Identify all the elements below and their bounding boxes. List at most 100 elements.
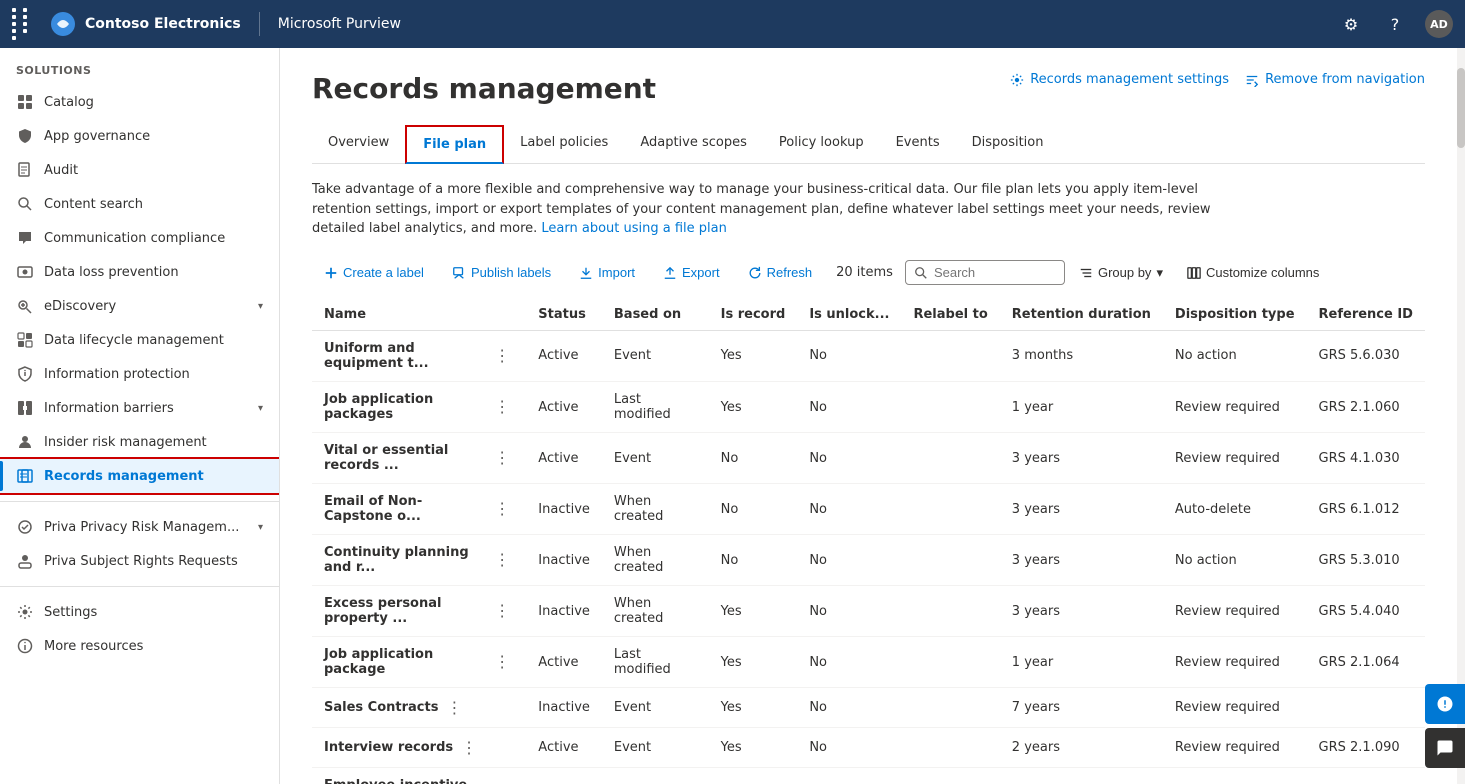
col-is-record[interactable]: Is record: [709, 299, 798, 331]
remove-from-nav-link[interactable]: Remove from navigation: [1245, 72, 1425, 87]
sidebar-item-app-governance[interactable]: App governance: [0, 119, 279, 153]
sidebar-item-more-resources[interactable]: More resources: [0, 629, 279, 663]
cell-disposition-type: No action: [1163, 330, 1307, 382]
row-menu-icon[interactable]: ⋮: [490, 652, 514, 671]
sidebar-item-ediscovery[interactable]: eDiscovery ▾: [0, 289, 279, 323]
app-launcher-icon[interactable]: [12, 8, 31, 40]
chat-icon: [16, 229, 34, 247]
tab-policy-lookup[interactable]: Policy lookup: [763, 125, 880, 164]
sidebar-item-label: Records management: [44, 469, 263, 484]
cell-disposition-type: No action: [1163, 535, 1307, 586]
sidebar-item-audit[interactable]: Audit: [0, 153, 279, 187]
cell-status: Inactive: [526, 768, 602, 784]
row-menu-icon[interactable]: ⋮: [490, 397, 514, 416]
search-input[interactable]: [934, 265, 1054, 280]
col-relabel-to[interactable]: Relabel to: [901, 299, 999, 331]
cell-relabel-to: [901, 535, 999, 586]
sidebar-item-records-management[interactable]: Records management: [0, 459, 279, 493]
cell-reference-id: GRS 4.1.030: [1307, 433, 1425, 484]
avatar[interactable]: AD: [1425, 10, 1453, 38]
cell-based-on: When created: [602, 535, 709, 586]
row-menu-icon[interactable]: ⋮: [490, 448, 514, 467]
cell-name: Continuity planning and r... ⋮: [312, 535, 526, 586]
table-row[interactable]: Email of Non-Capstone o... ⋮ Inactive Wh…: [312, 484, 1425, 535]
table-row[interactable]: Vital or essential records ... ⋮ Active …: [312, 433, 1425, 484]
import-button[interactable]: Import: [567, 259, 647, 286]
table-row[interactable]: Continuity planning and r... ⋮ Inactive …: [312, 535, 1425, 586]
table-row[interactable]: Uniform and equipment t... ⋮ Active Even…: [312, 330, 1425, 382]
table-row[interactable]: Job application packages ⋮ Active Last m…: [312, 382, 1425, 433]
feedback-fab[interactable]: [1425, 684, 1465, 724]
cell-disposition-type: Review required: [1163, 586, 1307, 637]
row-menu-icon[interactable]: ⋮: [490, 601, 514, 620]
tab-events[interactable]: Events: [880, 125, 956, 164]
col-disposition-type[interactable]: Disposition type: [1163, 299, 1307, 331]
document-icon: [16, 161, 34, 179]
cell-based-on: When created: [602, 484, 709, 535]
scrollbar-thumb[interactable]: [1457, 68, 1465, 148]
tab-file-plan[interactable]: File plan: [405, 125, 504, 164]
publish-labels-button[interactable]: Publish labels: [440, 259, 563, 286]
purview-logo-icon: [49, 10, 77, 38]
learn-more-link[interactable]: Learn about using a file plan: [541, 221, 726, 236]
cell-reference-id: GRS 5.4.040: [1307, 586, 1425, 637]
row-menu-icon[interactable]: ⋮: [490, 499, 514, 518]
cell-relabel-to: [901, 484, 999, 535]
search-box[interactable]: [905, 260, 1065, 285]
sidebar-item-catalog[interactable]: Catalog: [0, 85, 279, 119]
tab-overview[interactable]: Overview: [312, 125, 405, 164]
sidebar-item-info-barriers[interactable]: Information barriers ▾: [0, 391, 279, 425]
cell-status: Active: [526, 637, 602, 688]
sidebar-item-label: eDiscovery: [44, 299, 248, 314]
cell-retention-duration: 2 years: [1000, 768, 1163, 784]
sidebar-item-content-search[interactable]: Content search: [0, 187, 279, 221]
sidebar-item-data-lifecycle[interactable]: Data lifecycle management: [0, 323, 279, 357]
tab-disposition[interactable]: Disposition: [956, 125, 1060, 164]
row-menu-icon[interactable]: ⋮: [457, 738, 481, 757]
table-row[interactable]: Interview records ⋮ Active Event Yes No …: [312, 728, 1425, 768]
sidebar-item-info-protection[interactable]: Information protection: [0, 357, 279, 391]
col-retention-duration[interactable]: Retention duration: [1000, 299, 1163, 331]
table-body: Uniform and equipment t... ⋮ Active Even…: [312, 330, 1425, 784]
scrollbar-track[interactable]: [1457, 48, 1465, 784]
table-row[interactable]: Excess personal property ... ⋮ Inactive …: [312, 586, 1425, 637]
create-label-button[interactable]: Create a label: [312, 259, 436, 286]
group-by-button[interactable]: Group by ▾: [1069, 259, 1173, 287]
sidebar-item-comm-compliance[interactable]: Communication compliance: [0, 221, 279, 255]
row-menu-icon[interactable]: ⋮: [442, 698, 466, 717]
table-row[interactable]: Job application package ⋮ Active Last mo…: [312, 637, 1425, 688]
toolbar: Create a label Publish labels Import Exp…: [312, 259, 1425, 287]
col-name[interactable]: Name: [312, 299, 526, 331]
sidebar-item-label: Insider risk management: [44, 435, 263, 450]
col-status[interactable]: Status: [526, 299, 602, 331]
cell-name: Vital or essential records ... ⋮: [312, 433, 526, 484]
settings-link[interactable]: Records management settings: [1010, 72, 1229, 87]
sidebar-item-label: Data lifecycle management: [44, 333, 263, 348]
sidebar-item-settings[interactable]: Settings: [0, 595, 279, 629]
sidebar-item-dlp[interactable]: Data loss prevention: [0, 255, 279, 289]
cell-is-record: Yes: [709, 728, 798, 768]
customize-columns-button[interactable]: Customize columns: [1177, 259, 1329, 286]
tab-adaptive-scopes[interactable]: Adaptive scopes: [624, 125, 763, 164]
sidebar-item-priva-subject[interactable]: Priva Subject Rights Requests: [0, 544, 279, 578]
cell-relabel-to: [901, 586, 999, 637]
sidebar-item-priva-privacy[interactable]: Priva Privacy Risk Managem... ▾: [0, 510, 279, 544]
chat-fab[interactable]: [1425, 728, 1465, 768]
cell-reference-id: GRS 2.2.030: [1307, 768, 1425, 784]
cell-based-on: Event: [602, 728, 709, 768]
table-row[interactable]: Employee incentive awar... ⋮ Inactive Ev…: [312, 768, 1425, 784]
col-is-unlock[interactable]: Is unlock...: [797, 299, 901, 331]
settings-icon[interactable]: ⚙: [1337, 10, 1365, 38]
refresh-button[interactable]: Refresh: [736, 259, 825, 286]
export-button[interactable]: Export: [651, 259, 732, 286]
sidebar-item-insider-risk[interactable]: Insider risk management: [0, 425, 279, 459]
col-reference-id[interactable]: Reference ID: [1307, 299, 1425, 331]
row-menu-icon[interactable]: ⋮: [490, 550, 514, 569]
sidebar-item-label: More resources: [44, 639, 263, 654]
table-row[interactable]: Sales Contracts ⋮ Inactive Event Yes No …: [312, 688, 1425, 728]
cell-is-unlock: No: [797, 535, 901, 586]
help-icon[interactable]: ?: [1381, 10, 1409, 38]
col-based-on[interactable]: Based on: [602, 299, 709, 331]
tab-label-policies[interactable]: Label policies: [504, 125, 624, 164]
row-menu-icon[interactable]: ⋮: [490, 346, 514, 365]
